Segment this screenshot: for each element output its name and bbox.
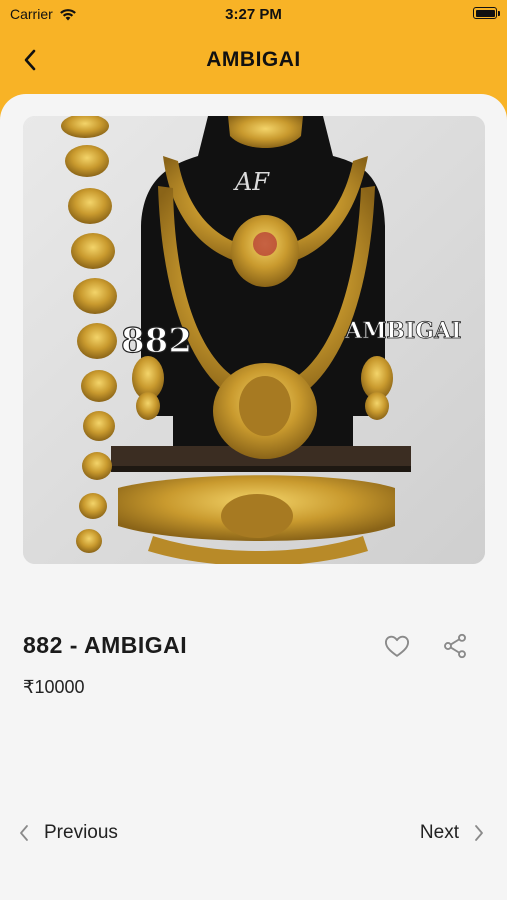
next-label: Next xyxy=(419,822,459,843)
product-price: ₹10000 xyxy=(23,677,85,697)
brand-watermark-logo: AF xyxy=(233,168,270,196)
product-title: 882 - AMBIGAI xyxy=(23,632,188,658)
navigation-bar: AMBIGAI xyxy=(0,28,507,92)
chevron-left-icon xyxy=(20,825,28,841)
image-overlay-number: 882 xyxy=(121,321,192,361)
share-icon xyxy=(444,633,466,659)
jewellery-photo: 882 AMBIGAI AF xyxy=(23,116,485,564)
chevron-right-icon xyxy=(475,825,483,841)
product-detail-content: 882 AMBIGAI AF 882 - AMBIGAI ₹10000 Prev… xyxy=(0,94,507,900)
previous-button[interactable]: Previous xyxy=(18,822,118,844)
share-button[interactable] xyxy=(441,632,469,660)
page-title: AMBIGAI xyxy=(206,48,301,71)
battery-icon xyxy=(473,7,500,19)
product-image[interactable]: 882 AMBIGAI AF xyxy=(23,116,485,564)
status-bar: Carrier 3:27 PM xyxy=(0,0,507,28)
heart-outline-icon xyxy=(384,635,410,657)
previous-label: Previous xyxy=(44,822,118,843)
status-time: 3:27 PM xyxy=(225,6,282,23)
image-overlay-name: AMBIGAI xyxy=(344,318,461,344)
favorite-button[interactable] xyxy=(383,632,411,660)
svg-text:AF: AF xyxy=(233,168,270,196)
next-button[interactable]: Next xyxy=(420,822,485,844)
app-screen: Carrier 3:27 PM AMBIGAI 882 AMBIGAI AF 8… xyxy=(0,0,507,900)
